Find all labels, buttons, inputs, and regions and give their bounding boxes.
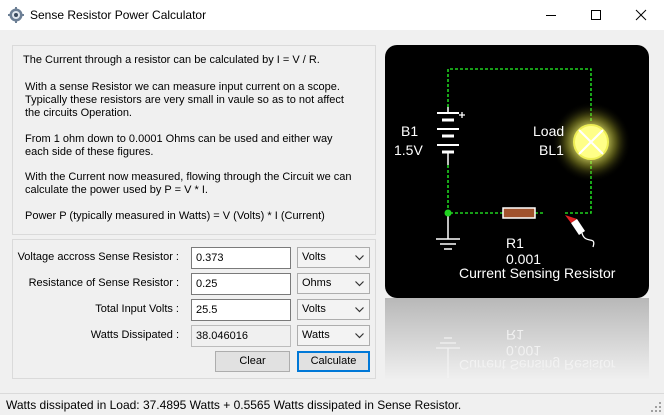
svg-text:0.001: 0.001 — [506, 343, 541, 359]
chevron-down-icon — [355, 333, 364, 339]
resistor-caption: Current Sensing Resistor — [459, 265, 616, 281]
status-text: Watts dissipated in Load: 37.4895 Watts … — [6, 398, 462, 412]
circuit-diagram: B1 1.5V Load BL1 R1 0.001 Current Sensin… — [385, 45, 649, 298]
close-button[interactable] — [618, 0, 664, 30]
voltage-sense-label: Voltage accross Sense Resistor : — [17, 251, 179, 263]
junction-dot — [444, 209, 452, 217]
info-line: From 1 ohm down to 0.0001 Ohms can be us… — [25, 133, 333, 145]
app-window: Sense Resistor Power Calculator The Curr… — [0, 0, 664, 415]
unit-select-value: Watts — [302, 329, 330, 341]
close-icon — [635, 9, 647, 21]
resistance-label: Resistance of Sense Resistor : — [28, 277, 179, 289]
minimize-button[interactable] — [528, 0, 574, 30]
voltage-sense-input[interactable]: 0.373 — [191, 247, 291, 269]
voltage-sense-unit-select[interactable]: Volts — [297, 247, 370, 268]
chevron-down-icon — [355, 255, 364, 261]
load-name: BL1 — [539, 142, 564, 158]
battery-name: B1 — [401, 123, 419, 139]
svg-text:Current Sensing Resistor: Current Sensing Resistor — [459, 357, 616, 373]
resize-grip-icon[interactable] — [650, 401, 662, 413]
input-volts-label: Total Input Volts : — [95, 303, 179, 315]
unit-select-value: Volts — [302, 303, 326, 315]
circuit-reflection: R1 0.001 Current Sensing Resistor — [385, 298, 649, 380]
input-volts-unit-select[interactable]: Volts — [297, 299, 370, 320]
gear-icon — [8, 7, 24, 23]
reflection-graphic: R1 0.001 Current Sensing Resistor — [385, 298, 649, 380]
resistance-unit-select[interactable]: Ohms — [297, 273, 370, 294]
info-line: With the Current now measured, flowing t… — [25, 171, 352, 183]
svg-text:R1: R1 — [506, 327, 524, 343]
ground-symbol — [436, 213, 460, 250]
unit-select-value: Ohms — [302, 277, 332, 289]
info-line: the circuits Operation. — [25, 107, 132, 119]
battery-symbol — [437, 107, 465, 165]
info-line: Power P (typically measured in Watts) = … — [25, 210, 325, 222]
info-line: each side of these figures. — [25, 146, 154, 158]
lamp-symbol — [573, 124, 609, 160]
maximize-icon — [591, 10, 601, 20]
calculate-button[interactable]: Calculate — [297, 351, 370, 372]
minimize-icon — [546, 15, 556, 16]
resistor-symbol — [502, 207, 536, 219]
chevron-down-icon — [355, 307, 364, 313]
watts-label: Watts Dissipated : — [90, 329, 179, 341]
resistance-input[interactable]: 0.25 — [191, 273, 291, 295]
load-label: Load — [533, 123, 565, 139]
info-panel: The Current through a resistor can be ca… — [12, 45, 376, 235]
probe-icon — [565, 215, 595, 248]
info-line: calculate the power used by P = V * I. — [25, 184, 208, 196]
resistor-name: R1 — [506, 235, 524, 251]
chevron-down-icon — [355, 281, 364, 287]
window-title: Sense Resistor Power Calculator — [30, 8, 207, 22]
info-line: With a sense Resistor we can measure inp… — [25, 81, 340, 93]
watts-unit-select[interactable]: Watts — [297, 325, 370, 346]
watts-output: 38.046016 — [191, 325, 291, 347]
info-line: Typically these resistors are very small… — [25, 94, 344, 106]
status-bar: Watts dissipated in Load: 37.4895 Watts … — [0, 393, 664, 415]
unit-select-value: Volts — [302, 251, 326, 263]
info-line: The Current through a resistor can be ca… — [23, 54, 320, 66]
battery-voltage: 1.5V — [394, 142, 423, 158]
calculator-form: Voltage accross Sense Resistor : 0.373 V… — [12, 239, 376, 379]
maximize-button[interactable] — [573, 0, 619, 30]
input-volts-input[interactable]: 25.5 — [191, 299, 291, 321]
clear-button[interactable]: Clear — [215, 351, 290, 372]
title-bar: Sense Resistor Power Calculator — [0, 0, 664, 30]
